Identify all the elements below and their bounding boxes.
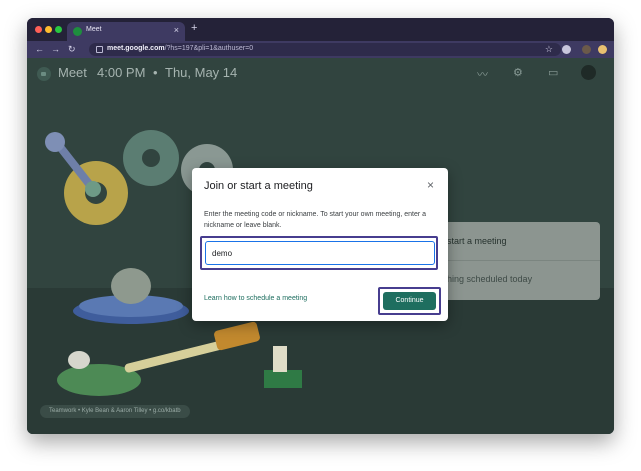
continue-button[interactable]: Continue — [383, 292, 436, 310]
lock-icon — [96, 46, 103, 53]
header-separator: • — [153, 65, 158, 80]
close-icon[interactable]: × — [427, 178, 434, 192]
tab-close-icon[interactable]: × — [174, 25, 179, 35]
chart-icon[interactable]: 〰 — [477, 66, 488, 82]
close-window-button[interactable] — [35, 26, 42, 33]
maximize-window-button[interactable] — [55, 26, 62, 33]
image-credit[interactable]: Teamwork • Kyle Bean & Aaron Tilley • g.… — [40, 405, 190, 418]
gear-icon[interactable]: ⚙ — [513, 66, 523, 79]
browser-tab-meet[interactable]: Meet × — [67, 22, 185, 41]
meet-logo-icon — [37, 67, 51, 81]
learn-schedule-link[interactable]: Learn how to schedule a meeting — [204, 295, 307, 302]
panel-divider — [432, 260, 600, 261]
extension-badge-icon[interactable] — [598, 45, 607, 54]
minimize-window-button[interactable] — [45, 26, 52, 33]
meeting-code-input[interactable] — [205, 241, 435, 265]
current-date: Thu, May 14 — [165, 65, 238, 80]
hammer-head-shape — [214, 321, 260, 351]
join-meeting-dialog: Join or start a meeting × Enter the meet… — [192, 168, 448, 321]
app-name: Meet — [58, 65, 87, 80]
new-tab-button[interactable]: + — [191, 22, 197, 34]
profile-avatar[interactable] — [582, 45, 591, 54]
meet-page: Meet 4:00 PM • Thu, May 14 〰 ⚙ ▭ start a… — [27, 58, 614, 434]
current-time: 4:00 PM — [97, 65, 146, 80]
reload-button[interactable]: ↻ — [68, 44, 76, 55]
url-text: meet.google.com/?hs=197&pli=1&authuser=0 — [107, 45, 254, 52]
forward-button[interactable]: → — [51, 44, 60, 54]
bookmark-star-icon[interactable]: ☆ — [545, 44, 553, 55]
tab-title: Meet — [86, 26, 102, 33]
tab-bar: Meet × + — [27, 18, 614, 41]
back-button[interactable]: ← — [35, 44, 44, 54]
feedback-icon[interactable]: ▭ — [548, 66, 558, 79]
meet-favicon-icon — [73, 27, 82, 36]
browser-window: Meet × + ← → ↻ meet.google.com/?hs=197&p… — [27, 18, 614, 434]
no-meetings-text: hing scheduled today — [447, 274, 533, 284]
meetings-panel: start a meeting hing scheduled today — [432, 222, 600, 300]
address-bar-row: ← → ↻ meet.google.com/?hs=197&pli=1&auth… — [27, 41, 614, 58]
dialog-title: Join or start a meeting — [204, 180, 313, 192]
meeting-code-value[interactable]: demo — [212, 249, 232, 258]
url-field[interactable]: meet.google.com/?hs=197&pli=1&authuser=0… — [89, 43, 561, 56]
dialog-description: Enter the meeting code or nickname. To s… — [204, 211, 427, 229]
start-meeting-item[interactable]: start a meeting — [447, 236, 507, 246]
avatar[interactable] — [581, 65, 596, 80]
green-block-shape — [264, 370, 302, 388]
extension-icon[interactable] — [562, 45, 571, 54]
